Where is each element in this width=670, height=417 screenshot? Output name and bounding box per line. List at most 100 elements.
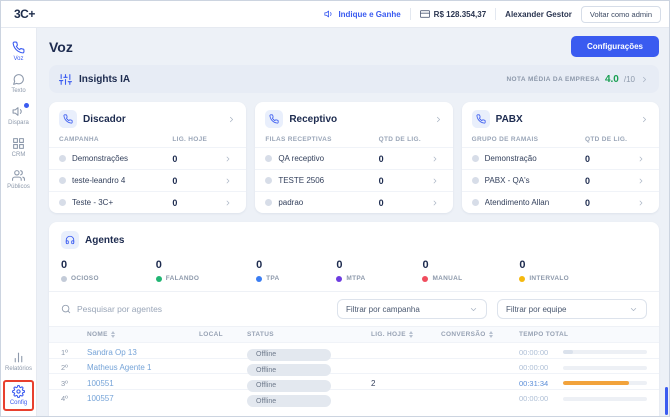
campaign-filter-select[interactable]: Filtrar por campanha (337, 299, 487, 319)
queue-name: padrao (278, 198, 378, 207)
agent-name-link[interactable]: 100551 (87, 379, 199, 388)
team-filter-select[interactable]: Filtrar por equipe (497, 299, 647, 319)
queue-row[interactable]: TESTE 2506 0 (255, 169, 452, 191)
legend-item-tpa: 0 TPA (256, 259, 279, 282)
queue-name: QA receptivo (278, 154, 378, 163)
card-pabx-header[interactable]: PABX (462, 102, 659, 134)
status-dot (519, 276, 525, 282)
agents-panel: Agentes 0 OCIOSO 0 FALANDO 0 TPA 0 MTPA … (49, 222, 659, 416)
extension-group-row[interactable]: Atendimento Allan 0 (462, 191, 659, 213)
sidebar-item-relatorios[interactable]: Relatórios (3, 346, 35, 377)
status-label: OCIOSO (71, 275, 99, 282)
sidebar-item-texto[interactable]: Texto (3, 68, 35, 99)
campaign-row[interactable]: Teste - 3C+ 0 (49, 191, 246, 213)
legend-item-intervalo: 0 INTERVALO (519, 259, 569, 282)
agent-row[interactable]: 2º Matheus Agente 1 Offline 00:00:00 (49, 358, 659, 374)
header-local: LOCAL (199, 331, 247, 338)
agent-row[interactable]: 1º Sandra Op 13 Offline 00:00:00 (49, 342, 659, 358)
sidebar-item-crm[interactable]: CRM (3, 132, 35, 163)
column-header: CAMPANHA (59, 136, 172, 143)
chevron-right-icon (431, 155, 443, 163)
agent-row[interactable]: 3º 100551 Offline 2 00:31:34 (49, 373, 659, 389)
sidebar-item-voz[interactable]: Voz (3, 36, 35, 67)
header-nome[interactable]: NOME (87, 331, 199, 338)
agents-title: Agentes (85, 235, 124, 246)
agent-name-link[interactable]: Sandra Op 13 (87, 348, 199, 357)
extension-group-row[interactable]: Demonstração 0 (462, 147, 659, 169)
settings-button[interactable]: Configurações (571, 36, 659, 57)
agent-total-time: 00:00:00 (519, 363, 557, 372)
status-label: FALANDO (166, 275, 200, 282)
agent-row[interactable]: 4º 100557 Offline 00:00:00 (49, 389, 659, 405)
time-progress-fill (563, 350, 573, 354)
status-dot (472, 199, 479, 206)
extension-group-row[interactable]: PABX - QA's 0 (462, 169, 659, 191)
queue-row[interactable]: padrao 0 (255, 191, 452, 213)
user-name[interactable]: Alexander Gestor (505, 10, 572, 19)
status-count: 0 (422, 259, 462, 271)
referral-label: Indique e Ganhe (338, 10, 400, 19)
sidebar-item-label: Config (10, 400, 27, 406)
main-content: Voz Configurações Insights IA NOTA MÉDIA… (37, 28, 669, 416)
time-progress-bar (563, 397, 647, 401)
card-discador-header[interactable]: Discador (49, 102, 246, 134)
sidebar-item-publicos[interactable]: Públicos (3, 164, 35, 195)
sidebar-item-dispara[interactable]: Dispara (3, 100, 35, 131)
campaign-row[interactable]: Demonstrações 0 (49, 147, 246, 169)
referral-icon (324, 9, 334, 19)
time-progress-bar (563, 350, 647, 354)
time-progress-bar (563, 381, 647, 385)
agent-search (61, 304, 327, 314)
column-header: QTD DE LIG. (585, 136, 637, 143)
campaign-row[interactable]: teste-leandro 4 0 (49, 169, 246, 191)
sidebar-item-label: Voz (13, 56, 23, 62)
header-status: STATUS (247, 331, 371, 338)
campaign-name: teste-leandro 4 (72, 176, 172, 185)
agent-calls: 2 (371, 379, 441, 388)
status-badge: Offline (247, 395, 331, 407)
chevron-right-icon (637, 199, 649, 207)
call-count: 0 (585, 154, 637, 164)
insights-banner[interactable]: Insights IA NOTA MÉDIA DA EMPRESA 4.0 /1… (49, 65, 659, 93)
sidebar-item-label: Dispara (8, 120, 29, 126)
agent-total-time: 00:00:00 (519, 394, 557, 403)
sidebar: Voz Texto Dispara CRM Públicos Relatório… (1, 28, 37, 416)
phone-icon (12, 41, 25, 54)
sidebar-item-config[interactable]: Config (3, 380, 34, 411)
campaign-name: Teste - 3C+ (72, 198, 172, 207)
status-dot (265, 177, 272, 184)
agent-name-link[interactable]: 100557 (87, 394, 199, 403)
agent-search-input[interactable] (77, 304, 327, 314)
back-as-admin-button[interactable]: Voltar como admin (581, 6, 661, 23)
status-dot (422, 276, 428, 282)
column-header: QTD DE LIG. (379, 136, 431, 143)
scrollbar-thumb[interactable] (665, 387, 668, 415)
call-count: 0 (379, 176, 431, 186)
chevron-right-icon (640, 75, 649, 84)
header-conversao[interactable]: CONVERSÃO (441, 331, 519, 338)
company-score-value: 4.0 (605, 74, 619, 85)
sort-icon (409, 331, 413, 338)
chevron-down-icon (469, 305, 478, 314)
agent-name-link[interactable]: Matheus Agente 1 (87, 363, 199, 372)
app-logo: 3C+ (14, 7, 35, 21)
header-lig-hoje[interactable]: LIG. HOJE (371, 331, 441, 338)
balance-value: R$ 128.354,37 (434, 10, 487, 19)
legend-item-manual: 0 MANUAL (422, 259, 462, 282)
calls-today: 0 (172, 176, 224, 186)
status-dot (156, 276, 162, 282)
search-icon (61, 304, 71, 314)
referral-link[interactable]: Indique e Ganhe (324, 9, 400, 19)
card-receptivo-header[interactable]: Receptivo (255, 102, 452, 134)
queue-row[interactable]: QA receptivo 0 (255, 147, 452, 169)
agent-rank: 1º (61, 348, 87, 357)
agent-rank: 2º (61, 363, 87, 372)
card-title: PABX (496, 114, 523, 125)
chat-icon (12, 73, 25, 86)
chevron-right-icon (640, 115, 649, 124)
balance[interactable]: R$ 128.354,37 (420, 9, 487, 19)
agent-total-time: 00:00:00 (519, 348, 557, 357)
headset-icon (61, 231, 79, 249)
dialer-phone-icon (59, 110, 77, 128)
card-receptivo: Receptivo FILAS RECEPTIVAS QTD DE LIG. Q… (255, 102, 452, 213)
